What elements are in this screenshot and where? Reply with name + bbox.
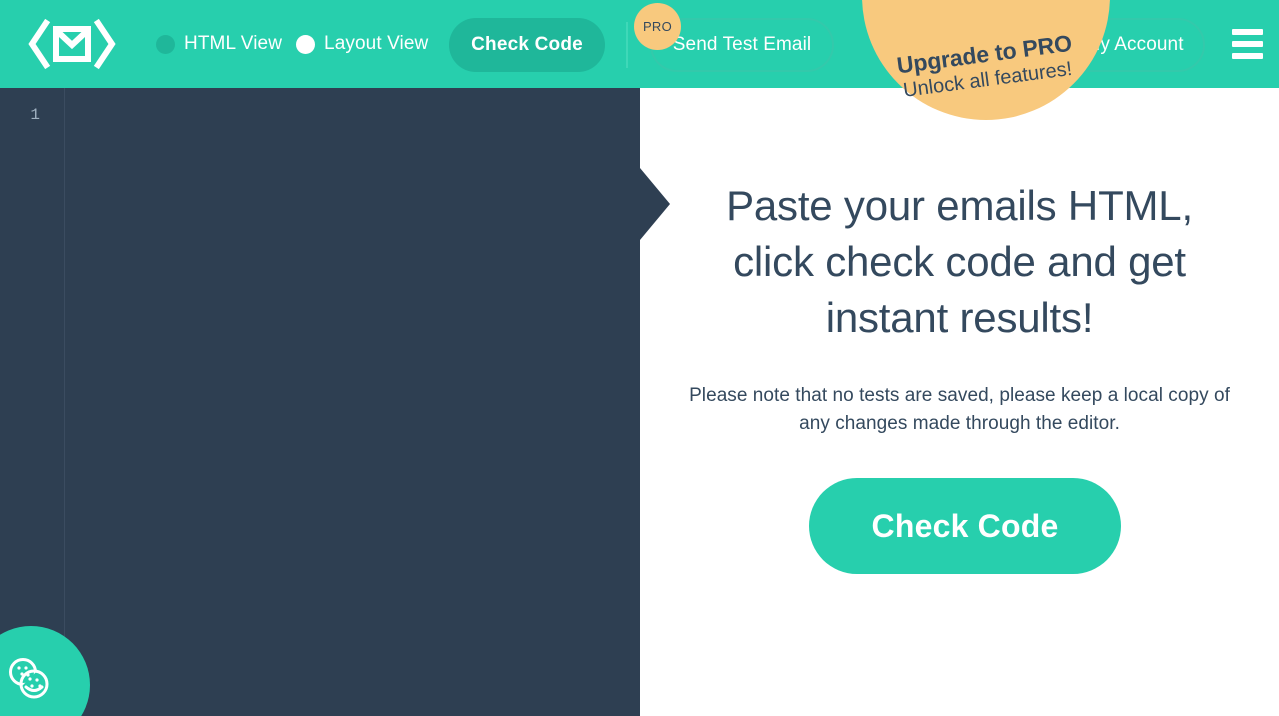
view-mode-radio-group: HTML View Layout View [156, 0, 428, 88]
top-header-bar: HTML View Layout View Check Code Send Te… [0, 0, 1279, 120]
view-option-layout[interactable]: Layout View [296, 33, 428, 55]
page-title: Paste your emails HTML, click check code… [726, 182, 1193, 341]
panel-subcopy: Please note that no tests are saved, ple… [689, 384, 1230, 434]
check-code-main-button[interactable]: Check Code [809, 478, 1121, 574]
radio-dot-icon [156, 34, 175, 54]
hamburger-bar [1232, 41, 1263, 47]
app-root: 1 Paste your emails HTML, click check co… [0, 0, 1279, 716]
radio-dot-icon [296, 34, 316, 54]
view-option-html-label: HTML View [184, 33, 283, 54]
line-number: 1 [30, 106, 40, 124]
hamburger-bar [1232, 29, 1263, 35]
hamburger-menu-icon[interactable] [1232, 29, 1263, 59]
pro-badge: PRO [634, 3, 681, 50]
hamburger-bar [1232, 53, 1263, 59]
code-editor-pane: 1 [0, 88, 640, 716]
header-divider [626, 22, 628, 68]
html-code-input[interactable] [66, 88, 640, 716]
logo-icon[interactable] [18, 16, 126, 72]
check-code-header-button[interactable]: Check Code [449, 18, 605, 72]
intro-panel: Paste your emails HTML, click check code… [640, 88, 1279, 716]
editor-arrow-notch [640, 168, 670, 240]
cookie-icon [9, 658, 49, 699]
intro-panel-content: Paste your emails HTML, click check code… [688, 178, 1231, 438]
view-option-layout-label: Layout View [324, 33, 429, 54]
editor-gutter: 1 [0, 88, 65, 716]
view-option-html[interactable]: HTML View [156, 33, 282, 55]
